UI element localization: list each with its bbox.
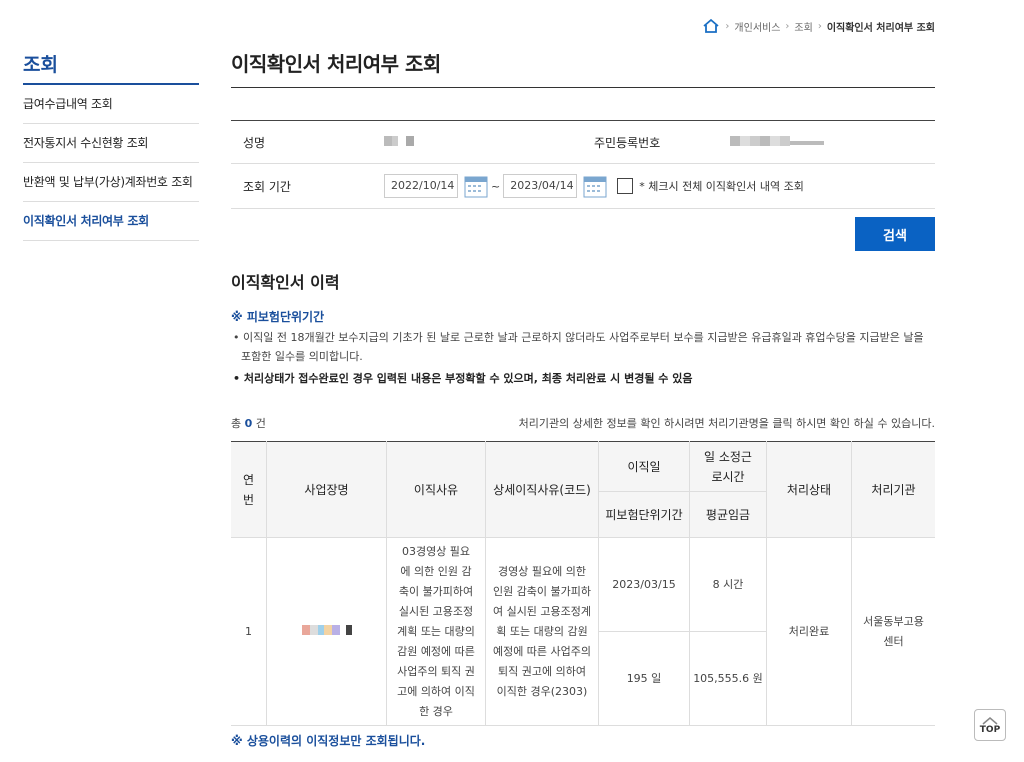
history-table: 연번 사업장명 이직사유 상세이직사유(코드) 이직일 일 소정근로시간 처리상… [231,441,935,726]
form-row-period: 조회 기간 2022/10/14 ~ 2023/04/14 * 체크시 전체 이… [231,164,935,209]
chevron-right-icon: › [785,20,790,32]
insured-period-note-title: ※ 피보험단위기간 [231,310,325,324]
cell-status: 처리완료 [766,537,852,726]
name-label: 성명 [243,135,266,150]
search-button[interactable]: 검색 [855,217,935,251]
breadcrumb-current: 이직확인서 처리여부 조회 [826,22,935,34]
footnote: ※ 상용이력의 이직정보만 조회됩니다. [231,734,426,748]
chevron-right-icon: › [725,20,730,32]
col-header-company: 사업장명 [266,441,387,538]
col-header-reason: 이직사유 [386,441,486,538]
sidebar-item-benefit-history[interactable]: 급여수급내역 조회 [23,85,199,124]
sidebar-title: 조회 [23,50,199,85]
col-header-status: 처리상태 [766,441,852,538]
calendar-icon[interactable] [583,174,607,198]
breadcrumb-item[interactable]: 개인서비스 [734,19,780,34]
col-header-detail: 상세이직사유(코드) [485,441,599,538]
rrn-label: 주민등록번호 [594,135,661,150]
cell-detail: 경영상 필요에 의한 인원 감축이 불가피하여 실시된 고용조정계획 또는 대량… [485,537,599,726]
status-note: • 처리상태가 접수완료인 경우 입력된 내용은 부정확할 수 있으며, 최종 … [233,372,693,385]
insured-period-note: • 이직일 전 18개월간 보수지급의 기초가 된 날로 근로한 날과 근로하지… [233,331,924,363]
chevron-right-icon: › [817,20,822,32]
sidebar-item-separation-cert[interactable]: 이직확인서 처리여부 조회 [23,202,199,241]
rrn-value-masked [730,135,824,149]
agency-help-text: 처리기관의 상세한 정보를 확인 하시려면 처리기관명을 클릭 하시면 확인 하… [518,417,935,430]
date-from-input[interactable]: 2022/10/14 [384,174,458,198]
result-count-row: 총 0 건 처리기관의 상세한 정보를 확인 하시려면 처리기관명을 클릭 하시… [231,415,935,431]
breadcrumb: › 개인서비스 › 조회 › 이직확인서 처리여부 조회 [702,18,935,34]
col-header-insured-period: 피보험단위기간 [598,491,690,538]
result-count: 총 0 건 [231,417,266,430]
col-header-avg-wage: 평균임금 [689,491,767,538]
all-history-checkbox[interactable] [617,178,634,194]
chevron-up-icon [982,716,998,725]
sidebar-item-e-notice[interactable]: 전자통지서 수신현황 조회 [23,124,199,163]
period-label: 조회 기간 [243,179,291,194]
cell-agency-link[interactable]: 서울동부고용센터 [851,537,935,726]
calendar-icon[interactable] [464,174,488,198]
cell-hours: 8 시간 [689,537,767,632]
cell-avg-wage: 105,555.6 원 [689,631,767,726]
search-form: 성명 주민등록번호 조회 기간 2022/10/14 ~ 2023/04/14 [231,120,935,209]
name-value-masked [384,135,582,149]
all-history-checkbox-label: * 체크시 전체 이직확인서 내역 조회 [639,180,804,193]
cell-company-masked [266,537,387,726]
history-section-title: 이직확인서 이력 [231,273,340,292]
table-row: 1 03경영상 필요에 의한 인원 감축이 불가피하여 실시된 고용조정계획 또… [231,537,935,726]
page-title: 이직확인서 처리여부 조회 [231,44,935,88]
sidebar: 조회 급여수급내역 조회 전자통지서 수신현황 조회 반환액 및 납부(가상)계… [23,50,199,241]
cell-reason: 03경영상 필요에 의한 인원 감축이 불가피하여 실시된 고용조정계획 또는 … [386,537,486,726]
col-header-no: 연번 [231,441,267,538]
date-to-input[interactable]: 2023/04/14 [503,174,578,198]
col-header-agency: 처리기관 [851,441,935,538]
col-header-hours: 일 소정근로시간 [689,441,767,492]
form-row-identity: 성명 주민등록번호 [231,121,935,164]
scroll-top-button[interactable]: TOP [974,709,1006,741]
range-separator: ~ [491,179,501,193]
cell-sep-date: 2023/03/15 [598,537,690,632]
cell-no: 1 [231,537,267,726]
sidebar-item-refund-account[interactable]: 반환액 및 납부(가상)계좌번호 조회 [23,163,199,202]
breadcrumb-item[interactable]: 조회 [794,19,812,34]
main-content: 이직확인서 처리여부 조회 성명 주민등록번호 조회 기간 2022/10/14… [231,44,935,749]
cell-insured-period: 195 일 [598,631,690,726]
period-inputs: 2022/10/14 ~ 2023/04/14 * 체크시 전체 이직확인서 내… [384,174,804,198]
col-header-sep-date: 이직일 [598,441,690,492]
home-icon[interactable] [702,18,720,34]
